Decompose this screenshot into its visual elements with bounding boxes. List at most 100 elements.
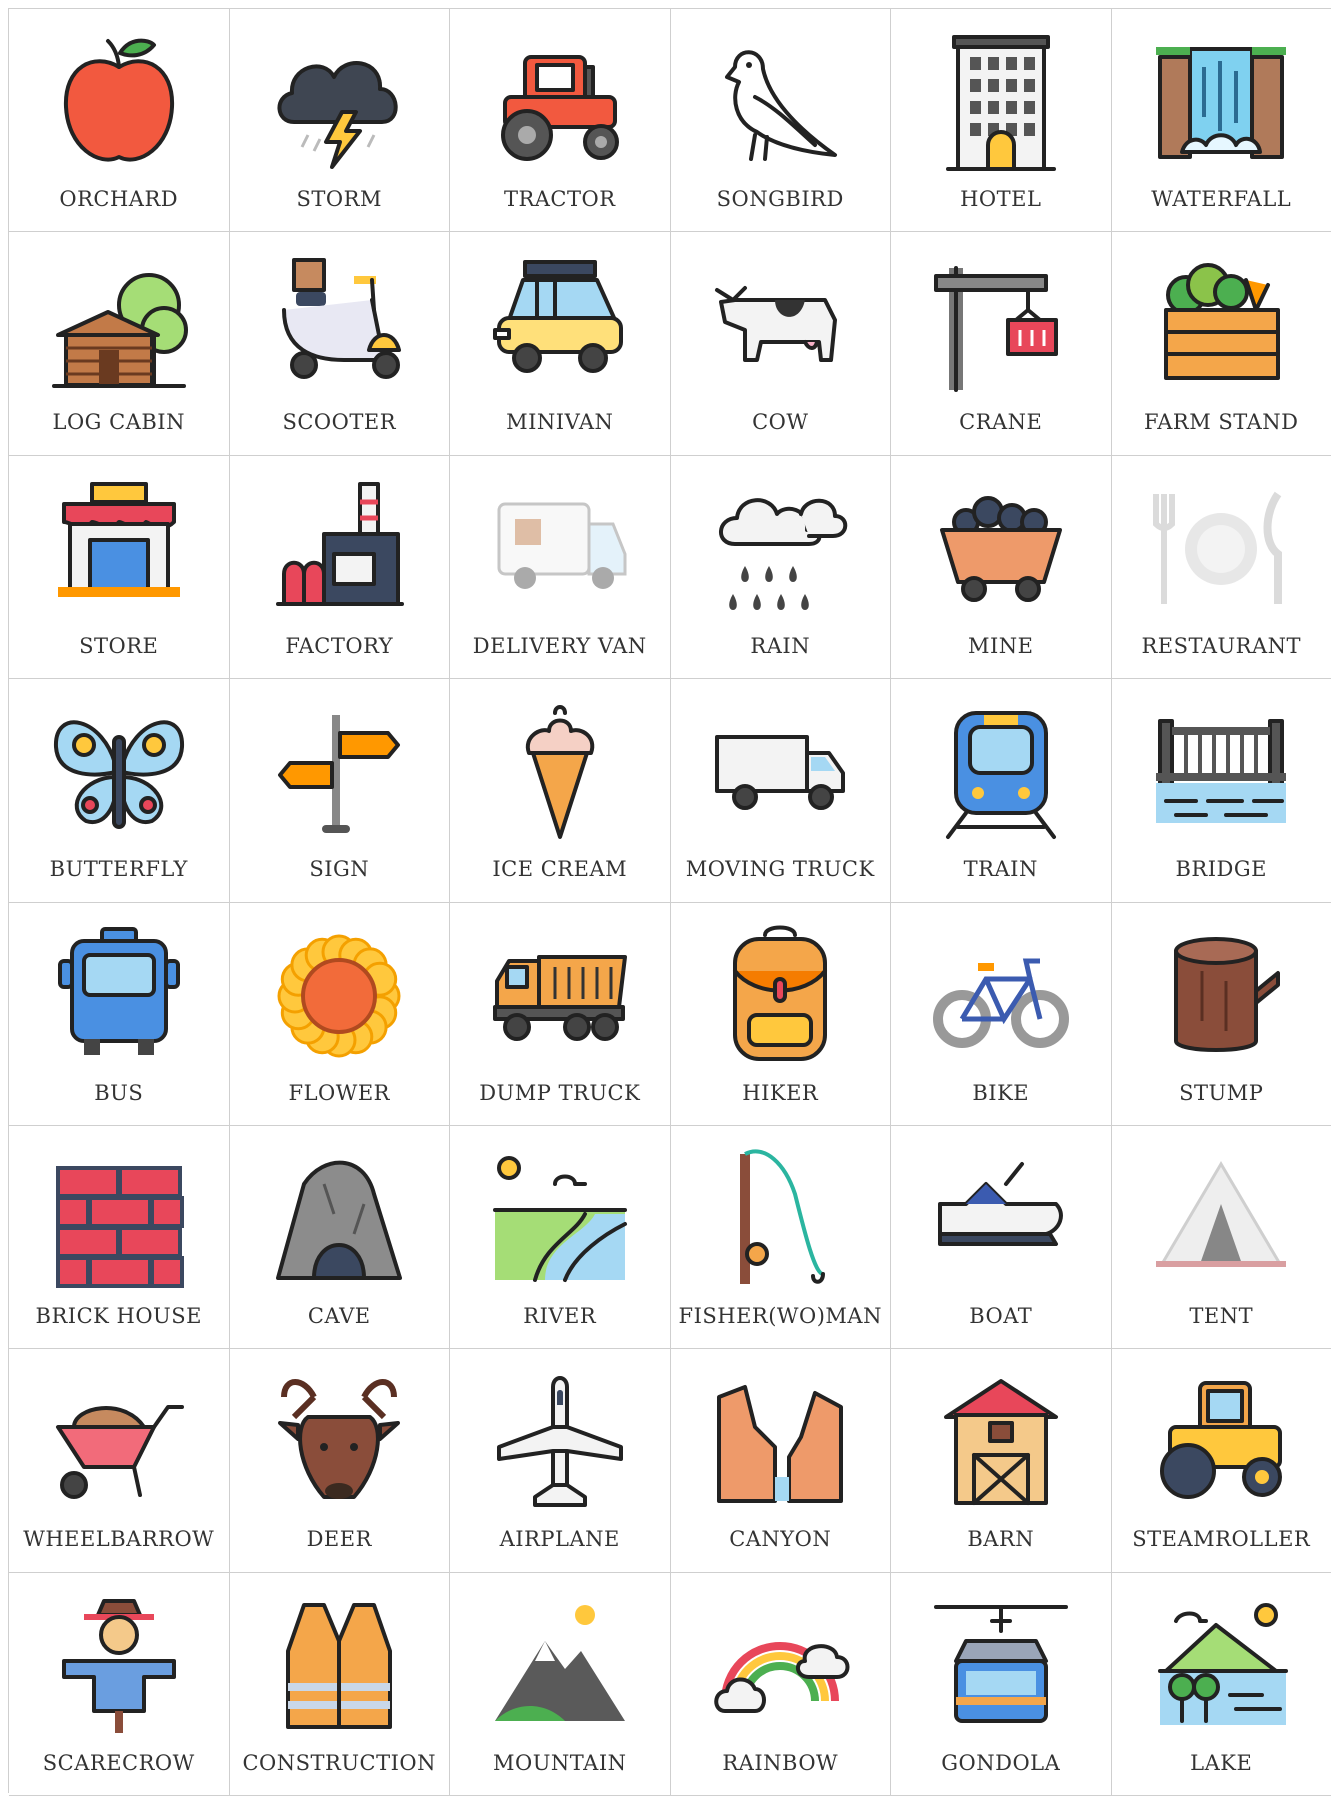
fishing-rod-icon: [705, 1144, 855, 1294]
card-label: RAINBOW: [671, 1751, 891, 1775]
bicycle-icon: [926, 921, 1076, 1071]
card-ice-cream: ICE CREAM: [450, 679, 671, 902]
card-label: STORM: [230, 187, 450, 211]
card-label: BIKE: [891, 1081, 1111, 1105]
card-cow: COW: [671, 232, 892, 455]
card-label: TRAIN: [891, 857, 1111, 881]
card-label: FISHER(WO)MAN: [671, 1304, 891, 1328]
card-label: FLOWER: [230, 1081, 450, 1105]
card-bus: BUS: [9, 903, 230, 1126]
waterfall-icon: [1146, 27, 1296, 177]
card-hotel: HOTEL: [891, 9, 1112, 232]
card-canyon: CANYON: [671, 1349, 892, 1572]
stump-icon: [1146, 921, 1296, 1071]
deer-icon: [264, 1367, 414, 1517]
card-bridge: BRIDGE: [1112, 679, 1331, 902]
mountain-icon: [485, 1591, 635, 1741]
card-label: FARM STAND: [1112, 410, 1331, 434]
card-stump: STUMP: [1112, 903, 1331, 1126]
card-label: TENT: [1112, 1304, 1331, 1328]
card-label: BOAT: [891, 1304, 1111, 1328]
scooter-icon: [264, 250, 414, 400]
tractor-icon: [485, 27, 635, 177]
bus-icon: [44, 921, 194, 1071]
log-cabin-icon: [44, 250, 194, 400]
card-cave: CAVE: [230, 1126, 451, 1349]
card-hiker: HIKER: [671, 903, 892, 1126]
card-label: HOTEL: [891, 187, 1111, 211]
card-river: RIVER: [450, 1126, 671, 1349]
card-label: LOG CABIN: [9, 410, 229, 434]
card-minivan: MINIVAN: [450, 232, 671, 455]
card-bike: BIKE: [891, 903, 1112, 1126]
card-barn: BARN: [891, 1349, 1112, 1572]
card-label: TRACTOR: [450, 187, 670, 211]
card-label: HIKER: [671, 1081, 891, 1105]
bridge-icon: [1146, 697, 1296, 847]
card-mine: MINE: [891, 456, 1112, 679]
card-butterfly: BUTTERFLY: [9, 679, 230, 902]
scarecrow-icon: [44, 1591, 194, 1741]
card-label: BARN: [891, 1527, 1111, 1551]
safety-vest-icon: [264, 1591, 414, 1741]
wheelbarrow-icon: [44, 1367, 194, 1517]
card-label: RESTAURANT: [1112, 634, 1331, 658]
card-wheelbarrow: WHEELBARROW: [9, 1349, 230, 1572]
train-icon: [926, 697, 1076, 847]
card-label: DEER: [230, 1527, 450, 1551]
factory-icon: [264, 474, 414, 624]
card-boat: BOAT: [891, 1126, 1112, 1349]
songbird-icon: [705, 27, 855, 177]
card-delivery-van: DELIVERY VAN: [450, 456, 671, 679]
canyon-icon: [705, 1367, 855, 1517]
card-label: WHEELBARROW: [9, 1527, 229, 1551]
steamroller-icon: [1146, 1367, 1296, 1517]
card-label: DUMP TRUCK: [450, 1081, 670, 1105]
card-label: BUTTERFLY: [9, 857, 229, 881]
brick-wall-icon: [44, 1144, 194, 1294]
card-farm-stand: FARM STAND: [1112, 232, 1331, 455]
card-rain: RAIN: [671, 456, 892, 679]
card-label: MINIVAN: [450, 410, 670, 434]
card-label: SONGBIRD: [671, 187, 891, 211]
storm-cloud-icon: [264, 27, 414, 177]
card-sign: SIGN: [230, 679, 451, 902]
barn-icon: [926, 1367, 1076, 1517]
card-store: STORE: [9, 456, 230, 679]
card-airplane: AIRPLANE: [450, 1349, 671, 1572]
restaurant-icon: [1146, 474, 1296, 624]
card-label: ICE CREAM: [450, 857, 670, 881]
card-label: FACTORY: [230, 634, 450, 658]
card-rainbow: RAINBOW: [671, 1573, 892, 1796]
hotel-icon: [926, 27, 1076, 177]
cow-icon: [705, 250, 855, 400]
card-label: CANYON: [671, 1527, 891, 1551]
sunflower-icon: [264, 921, 414, 1071]
card-crane: CRANE: [891, 232, 1112, 455]
card-scooter: SCOOTER: [230, 232, 451, 455]
card-fisher-wo-man: FISHER(WO)MAN: [671, 1126, 892, 1349]
cave-icon: [264, 1144, 414, 1294]
card-label: SIGN: [230, 857, 450, 881]
store-icon: [44, 474, 194, 624]
card-construction: CONSTRUCTION: [230, 1573, 451, 1796]
rainbow-icon: [705, 1591, 855, 1741]
signpost-icon: [264, 697, 414, 847]
card-label: GONDOLA: [891, 1751, 1111, 1775]
rain-cloud-icon: [705, 474, 855, 624]
card-label: COW: [671, 410, 891, 434]
card-label: MOVING TRUCK: [671, 857, 891, 881]
moving-truck-icon: [705, 697, 855, 847]
jet-ski-icon: [926, 1144, 1076, 1294]
river-icon: [485, 1144, 635, 1294]
card-restaurant: RESTAURANT: [1112, 456, 1331, 679]
card-label: RIVER: [450, 1304, 670, 1328]
mine-cart-icon: [926, 474, 1076, 624]
card-factory: FACTORY: [230, 456, 451, 679]
card-label: LAKE: [1112, 1751, 1331, 1775]
card-label: BUS: [9, 1081, 229, 1105]
card-label: SCOOTER: [230, 410, 450, 434]
card-label: DELIVERY VAN: [450, 634, 670, 658]
butterfly-icon: [44, 697, 194, 847]
tent-icon: [1146, 1144, 1296, 1294]
